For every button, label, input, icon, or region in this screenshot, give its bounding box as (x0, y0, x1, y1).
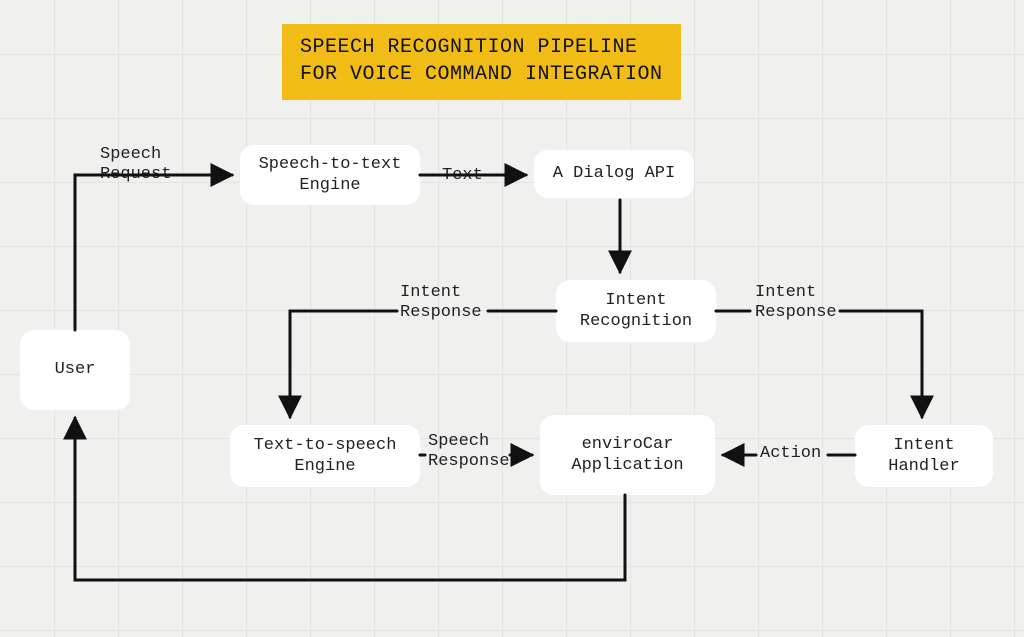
edge-intent-response-to-tts (290, 311, 397, 417)
edge-intent-response-to-handler (840, 311, 922, 417)
edge-user-to-stt (75, 175, 232, 330)
edge-envirocar-to-user (75, 418, 625, 580)
connectors (0, 0, 1024, 637)
